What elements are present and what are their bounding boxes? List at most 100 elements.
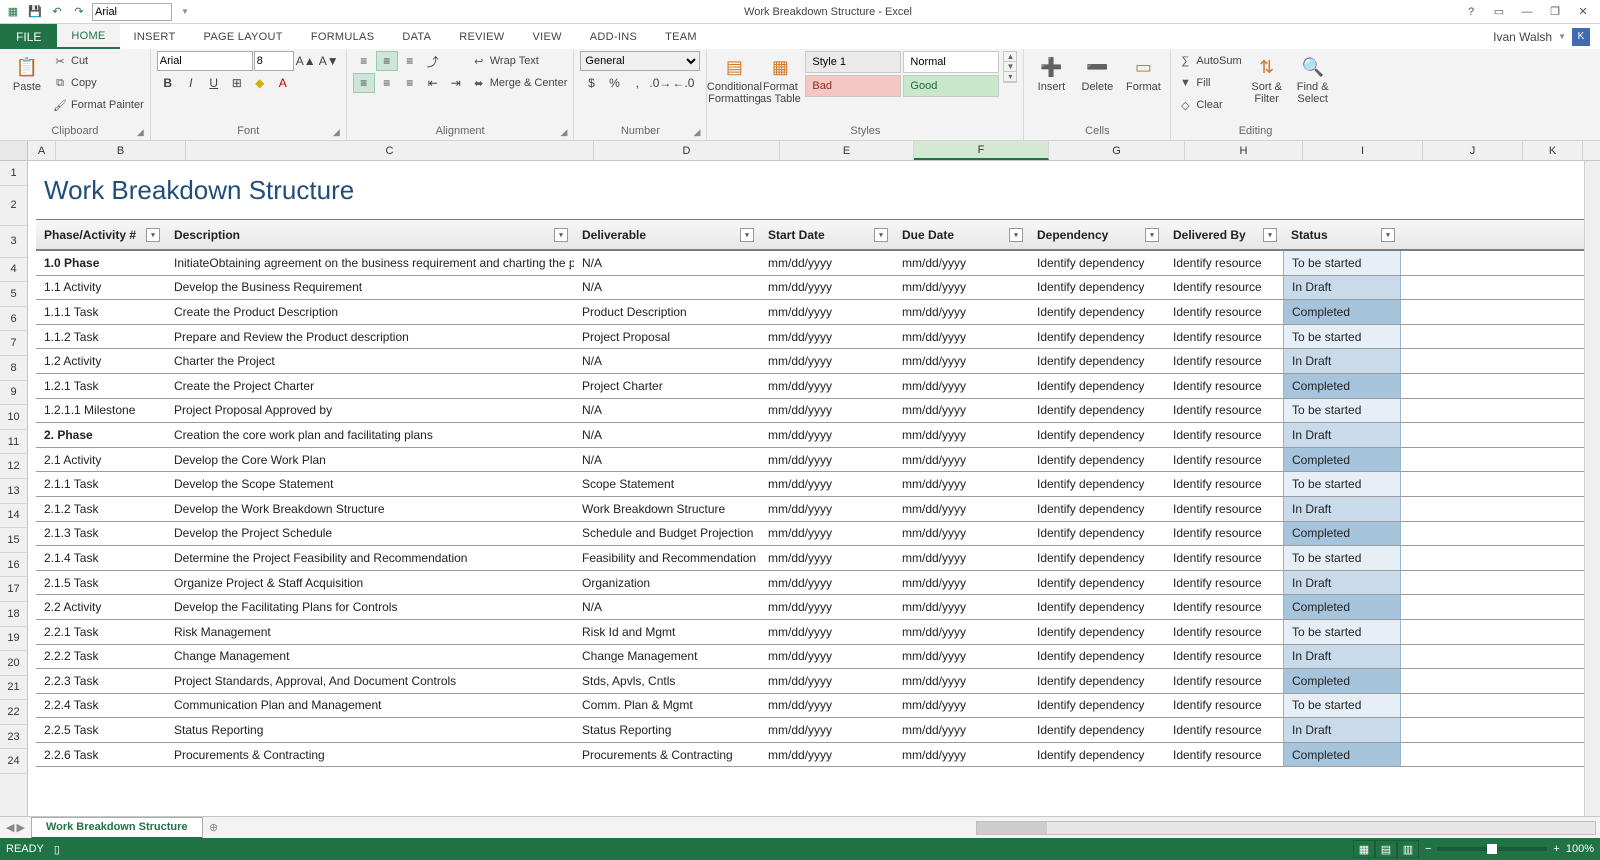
- table-cell[interactable]: N/A: [574, 399, 760, 423]
- ribbon-tab-data[interactable]: DATA: [388, 24, 445, 49]
- table-cell[interactable]: Completed: [1283, 374, 1401, 398]
- table-cell[interactable]: In Draft: [1283, 718, 1401, 742]
- dialog-launcher-icon[interactable]: ◢: [137, 127, 144, 138]
- sheet-nav[interactable]: ◀▶: [0, 821, 31, 834]
- table-row[interactable]: 2. PhaseCreation the core work plan and …: [36, 423, 1600, 448]
- table-row[interactable]: 1.0 PhaseInitiateObtaining agreement on …: [36, 251, 1600, 276]
- qat-dropdown-icon[interactable]: ▼: [176, 3, 194, 21]
- table-cell[interactable]: N/A: [574, 276, 760, 300]
- row-header-15[interactable]: 15: [0, 528, 27, 553]
- table-cell[interactable]: Communication Plan and Management: [166, 694, 574, 718]
- table-row[interactable]: 2.1.3 TaskDevelop the Project ScheduleSc…: [36, 522, 1600, 547]
- table-row[interactable]: 2.2.3 TaskProject Standards, Approval, A…: [36, 669, 1600, 694]
- table-cell[interactable]: To be started: [1283, 546, 1401, 570]
- table-cell[interactable]: mm/dd/yyyy: [760, 251, 894, 275]
- table-cell[interactable]: Change Management: [166, 645, 574, 669]
- table-cell[interactable]: Charter the Project: [166, 349, 574, 373]
- normal-view-button[interactable]: ▦: [1353, 840, 1375, 858]
- table-cell[interactable]: 2.2.2 Task: [36, 645, 166, 669]
- table-cell[interactable]: Develop the Business Requirement: [166, 276, 574, 300]
- table-cell[interactable]: 2.1.5 Task: [36, 571, 166, 595]
- table-header-due-date[interactable]: Due Date▾: [894, 220, 1029, 249]
- row-header-1[interactable]: 1: [0, 161, 27, 186]
- table-header-delivered-by[interactable]: Delivered By▾: [1165, 220, 1283, 249]
- table-cell[interactable]: Identify dependency: [1029, 669, 1165, 693]
- table-cell[interactable]: N/A: [574, 251, 760, 275]
- table-cell[interactable]: To be started: [1283, 472, 1401, 496]
- align-bottom-button[interactable]: ≡: [399, 51, 421, 71]
- table-cell[interactable]: Identify dependency: [1029, 399, 1165, 423]
- align-middle-button[interactable]: ≡: [376, 51, 398, 71]
- decrease-indent-button[interactable]: ⇤: [422, 73, 444, 93]
- ribbon-tab-home[interactable]: HOME: [57, 24, 119, 49]
- row-header-14[interactable]: 14: [0, 504, 27, 529]
- table-cell[interactable]: mm/dd/yyyy: [894, 595, 1029, 619]
- table-cell[interactable]: Product Description: [574, 300, 760, 324]
- table-cell[interactable]: 2.1.2 Task: [36, 497, 166, 521]
- table-cell[interactable]: 2.1.4 Task: [36, 546, 166, 570]
- table-cell[interactable]: Identify dependency: [1029, 595, 1165, 619]
- italic-button[interactable]: I: [180, 73, 202, 93]
- table-cell[interactable]: Identify dependency: [1029, 423, 1165, 447]
- table-cell[interactable]: 2.1 Activity: [36, 448, 166, 472]
- table-cell[interactable]: mm/dd/yyyy: [760, 718, 894, 742]
- table-cell[interactable]: mm/dd/yyyy: [894, 448, 1029, 472]
- table-cell[interactable]: N/A: [574, 448, 760, 472]
- filter-icon[interactable]: ▾: [1263, 228, 1277, 242]
- table-cell[interactable]: To be started: [1283, 399, 1401, 423]
- table-row[interactable]: 2.1.2 TaskDevelop the Work Breakdown Str…: [36, 497, 1600, 522]
- table-cell[interactable]: 1.2 Activity: [36, 349, 166, 373]
- row-header-16[interactable]: 16: [0, 553, 27, 578]
- bold-button[interactable]: B: [157, 73, 179, 93]
- table-cell[interactable]: Identify dependency: [1029, 546, 1165, 570]
- table-cell[interactable]: mm/dd/yyyy: [894, 374, 1029, 398]
- horizontal-scrollbar[interactable]: [225, 821, 1600, 835]
- table-cell[interactable]: Identify resource: [1165, 374, 1283, 398]
- table-cell[interactable]: mm/dd/yyyy: [760, 571, 894, 595]
- table-row[interactable]: 1.1.1 TaskCreate the Product Description…: [36, 300, 1600, 325]
- wrap-text-button[interactable]: ↩Wrap Text: [471, 51, 568, 71]
- account-area[interactable]: Ivan Walsh ▼ K: [1483, 24, 1600, 49]
- row-header-10[interactable]: 10: [0, 405, 27, 430]
- add-sheet-button[interactable]: ⊕: [203, 821, 225, 834]
- grid-body[interactable]: Work Breakdown Structure Phase/Activity …: [28, 161, 1600, 816]
- table-cell[interactable]: Identify resource: [1165, 349, 1283, 373]
- table-cell[interactable]: mm/dd/yyyy: [894, 743, 1029, 767]
- table-cell[interactable]: Identify dependency: [1029, 251, 1165, 275]
- filter-icon[interactable]: ▾: [1145, 228, 1159, 242]
- table-cell[interactable]: 2.2.3 Task: [36, 669, 166, 693]
- zoom-in-button[interactable]: +: [1553, 843, 1559, 855]
- table-cell[interactable]: mm/dd/yyyy: [760, 325, 894, 349]
- table-cell[interactable]: In Draft: [1283, 276, 1401, 300]
- table-cell[interactable]: Identify resource: [1165, 522, 1283, 546]
- filter-icon[interactable]: ▾: [874, 228, 888, 242]
- zoom-slider[interactable]: [1437, 847, 1547, 851]
- table-cell[interactable]: Organization: [574, 571, 760, 595]
- table-cell[interactable]: N/A: [574, 349, 760, 373]
- table-cell[interactable]: mm/dd/yyyy: [760, 743, 894, 767]
- table-cell[interactable]: Develop the Core Work Plan: [166, 448, 574, 472]
- table-row[interactable]: 2.2.5 TaskStatus ReportingStatus Reporti…: [36, 718, 1600, 743]
- table-cell[interactable]: 2.2.5 Task: [36, 718, 166, 742]
- orientation-button[interactable]: ⤴: [422, 51, 444, 71]
- ribbon-display-icon[interactable]: ▭: [1486, 3, 1512, 21]
- ribbon-tab-formulas[interactable]: FORMULAS: [297, 24, 389, 49]
- table-row[interactable]: 1.2.1 TaskCreate the Project CharterProj…: [36, 374, 1600, 399]
- ribbon-tab-view[interactable]: VIEW: [518, 24, 575, 49]
- table-cell[interactable]: Prepare and Review the Product descripti…: [166, 325, 574, 349]
- row-header-20[interactable]: 20: [0, 651, 27, 676]
- table-cell[interactable]: Create the Project Charter: [166, 374, 574, 398]
- table-cell[interactable]: Risk Id and Mgmt: [574, 620, 760, 644]
- table-cell[interactable]: Identify resource: [1165, 251, 1283, 275]
- format-painter-button[interactable]: 🖌Format Painter: [52, 95, 144, 115]
- table-cell[interactable]: Identify dependency: [1029, 276, 1165, 300]
- table-cell[interactable]: mm/dd/yyyy: [760, 472, 894, 496]
- filter-icon[interactable]: ▾: [146, 228, 160, 242]
- percent-format-button[interactable]: %: [603, 73, 625, 93]
- font-size-select[interactable]: [254, 51, 294, 71]
- table-cell[interactable]: Identify dependency: [1029, 325, 1165, 349]
- table-cell[interactable]: mm/dd/yyyy: [894, 349, 1029, 373]
- table-cell[interactable]: 1.1 Activity: [36, 276, 166, 300]
- style-style1[interactable]: Style 1: [805, 51, 901, 73]
- dialog-launcher-icon[interactable]: ◢: [560, 127, 567, 138]
